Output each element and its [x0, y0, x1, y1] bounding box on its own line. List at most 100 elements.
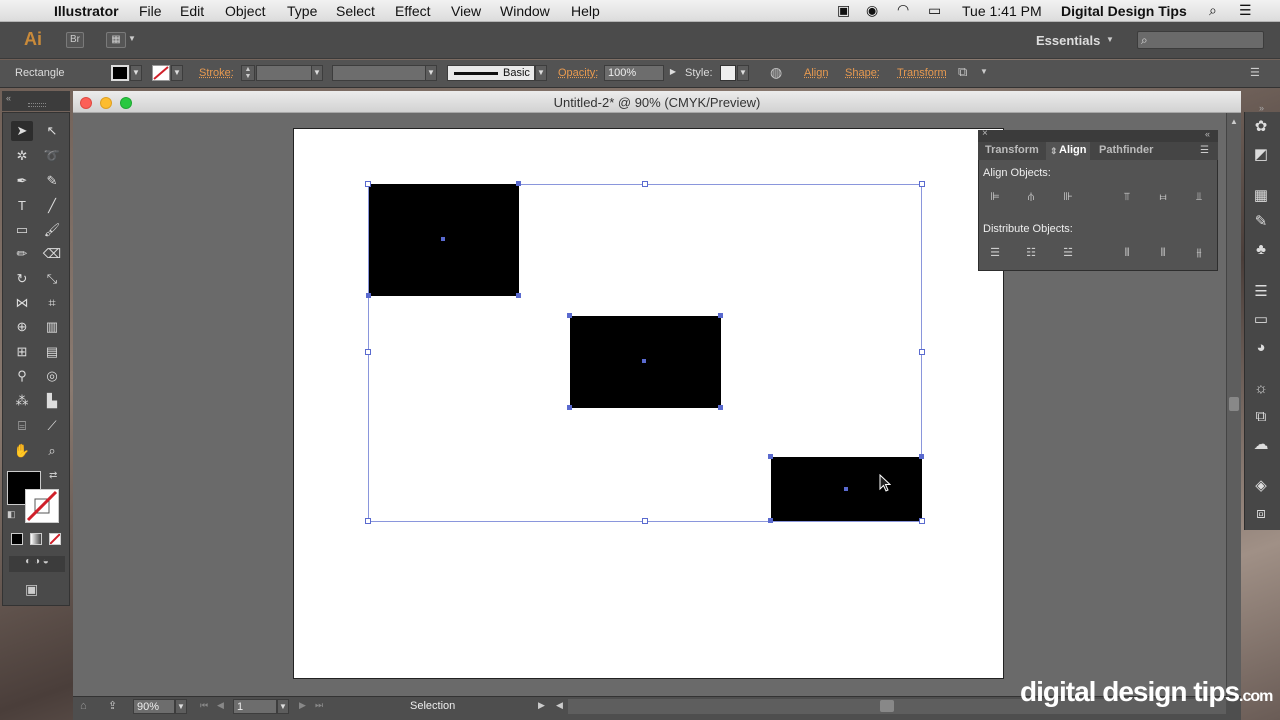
anchor-point[interactable]	[516, 181, 521, 186]
menu-object[interactable]: Object	[225, 3, 265, 19]
type-tool-icon[interactable]: T	[11, 196, 33, 216]
magic-wand-tool-icon[interactable]: ✲	[11, 146, 33, 166]
stroke-dropdown-icon[interactable]: ▼	[171, 65, 183, 81]
tab-transform[interactable]: Transform	[985, 144, 1039, 156]
color-panel-icon[interactable]: ◩	[1252, 146, 1270, 164]
stroke-weight-stepper[interactable]: ▲ ▼	[241, 65, 255, 81]
menu-file[interactable]: File	[139, 3, 162, 19]
perspective-grid-tool-icon[interactable]: ▥	[41, 317, 63, 337]
align-panel-header[interactable]: × «	[978, 128, 1218, 142]
wifi-icon[interactable]: ◠	[897, 1, 909, 18]
distribute-left-icon[interactable]: ⫴	[1119, 245, 1135, 261]
zoom-tool-icon[interactable]: ⌕	[41, 441, 63, 461]
default-fill-stroke-icon[interactable]: ◧	[7, 509, 16, 520]
expand-dock-icon[interactable]: »	[1259, 103, 1264, 113]
sync-icon[interactable]: ◉	[866, 2, 878, 19]
align-link[interactable]: Align	[804, 67, 828, 79]
help-search-input[interactable]: ⌕	[1137, 31, 1264, 49]
layers-icon[interactable]: ◈	[1252, 477, 1270, 495]
tab-pathfinder[interactable]: Pathfinder	[1099, 144, 1153, 156]
stroke-swatch[interactable]	[152, 65, 170, 81]
anchor-point[interactable]	[718, 313, 723, 318]
stroke-weight-input[interactable]	[256, 65, 312, 81]
bbox-handle-top-right[interactable]	[919, 181, 925, 187]
arrange-dropdown-icon[interactable]: ▼	[128, 34, 136, 43]
stroke-panel-icon[interactable]: ☰	[1252, 283, 1270, 301]
bbox-handle-bottom[interactable]	[642, 518, 648, 524]
panel-menu-icon[interactable]: ☰	[1200, 145, 1209, 156]
opacity-slider-arrow-icon[interactable]: ▶	[667, 65, 679, 81]
next-artboard-icon[interactable]: ▶	[299, 700, 306, 711]
isolate-object-icon[interactable]: ⧉	[958, 64, 967, 80]
variable-width-dropdown-icon[interactable]: ▼	[425, 65, 437, 81]
screen-mode-icon[interactable]: ▣	[25, 581, 38, 598]
zoom-level-input[interactable]: 90%	[133, 699, 175, 714]
graphic-style-swatch[interactable]	[720, 65, 736, 81]
eyedropper-tool-icon[interactable]: ⚲	[11, 366, 33, 386]
stroke-color-box[interactable]	[25, 489, 59, 523]
symbols-icon[interactable]: ♣	[1252, 241, 1270, 259]
transparency-icon[interactable]: ◕	[1252, 339, 1270, 357]
fill-dropdown-icon[interactable]: ▼	[130, 65, 142, 81]
gradient-tool-icon[interactable]: ▤	[41, 342, 63, 362]
app-menu[interactable]: Illustrator	[54, 3, 119, 19]
anchor-point[interactable]	[768, 454, 773, 459]
align-right-icon[interactable]: ⊪	[1060, 189, 1076, 205]
user-name[interactable]: Digital Design Tips	[1061, 3, 1187, 19]
width-tool-icon[interactable]: ⋈	[11, 293, 33, 313]
collapse-panel-icon[interactable]: «	[1205, 129, 1210, 139]
distribute-bottom-icon[interactable]: ☱	[1060, 245, 1076, 261]
align-bottom-icon[interactable]: ⫫	[1191, 189, 1207, 205]
swap-fill-stroke-icon[interactable]: ⇄	[49, 470, 57, 481]
eraser-tool-icon[interactable]: ⌫	[41, 244, 63, 264]
panel-grip[interactable]	[28, 103, 46, 107]
first-artboard-icon[interactable]: ⏮	[200, 700, 208, 711]
direct-selection-tool-icon[interactable]: ↖	[41, 121, 63, 141]
gradient-mode-icon[interactable]	[30, 533, 42, 545]
align-vertical-center-icon[interactable]: ⧦	[1155, 189, 1171, 205]
rotate-tool-icon[interactable]: ↻	[11, 269, 33, 289]
opacity-input[interactable]: 100%	[604, 65, 664, 81]
variable-width-profile-field[interactable]	[332, 65, 426, 81]
creative-cloud-icon[interactable]: ▣	[837, 2, 850, 19]
artboards-icon[interactable]: ⧈	[1252, 505, 1270, 523]
scroll-up-icon[interactable]: ▲	[1230, 117, 1238, 126]
recolor-artwork-icon[interactable]: ◍	[770, 64, 782, 81]
menu-effect[interactable]: Effect	[395, 3, 431, 19]
distribute-right-icon[interactable]: ⫵	[1191, 245, 1207, 261]
anchor-point[interactable]	[366, 293, 371, 298]
hand-tool-icon[interactable]: ✋	[11, 441, 33, 461]
share-icon[interactable]: ⇪	[108, 699, 117, 712]
anchor-point[interactable]	[516, 293, 521, 298]
menu-window[interactable]: Window	[500, 3, 550, 19]
selection-tool-icon[interactable]: ➤	[11, 121, 33, 141]
anchor-point[interactable]	[567, 313, 572, 318]
vertical-scrollbar[interactable]: ▲	[1226, 113, 1241, 696]
arrange-documents-icon[interactable]: ▦	[106, 32, 126, 48]
drawing-modes-icon[interactable]: ◐ ◑ ◒	[9, 556, 65, 572]
bbox-handle-top-left[interactable]	[365, 181, 371, 187]
rectangle-tool-icon[interactable]: ▭	[11, 220, 33, 240]
tab-stepper-icon[interactable]: ⇕	[1050, 146, 1058, 157]
libraries-icon[interactable]: ☁	[1252, 436, 1270, 454]
swatches-icon[interactable]: ▦	[1252, 187, 1270, 205]
clock[interactable]: Tue 1:41 PM	[962, 3, 1042, 19]
gradient-panel-icon[interactable]: ▭	[1252, 311, 1270, 329]
bbox-handle-bottom-right[interactable]	[919, 518, 925, 524]
battery-icon[interactable]: ▭	[928, 2, 941, 19]
menu-type[interactable]: Type	[287, 3, 317, 19]
shape-link[interactable]: Shape:	[845, 67, 880, 79]
scroll-left-icon[interactable]: ◀	[556, 700, 563, 711]
anchor-point[interactable]	[567, 405, 572, 410]
collapse-panel-icon[interactable]: «	[6, 93, 11, 103]
brushes-icon[interactable]: ✎	[1252, 213, 1270, 231]
mesh-tool-icon[interactable]: ⊞	[11, 342, 33, 362]
bbox-handle-bottom-left[interactable]	[365, 518, 371, 524]
opacity-label[interactable]: Opacity:	[558, 67, 598, 79]
curvature-tool-icon[interactable]: ✎	[41, 171, 63, 191]
column-graph-tool-icon[interactable]: ▙	[41, 391, 63, 411]
symbol-sprayer-tool-icon[interactable]: ⁂	[11, 391, 33, 411]
tab-align[interactable]: Align	[1059, 144, 1087, 156]
horizontal-scroll-thumb[interactable]	[880, 700, 894, 712]
blend-tool-icon[interactable]: ◎	[41, 366, 63, 386]
